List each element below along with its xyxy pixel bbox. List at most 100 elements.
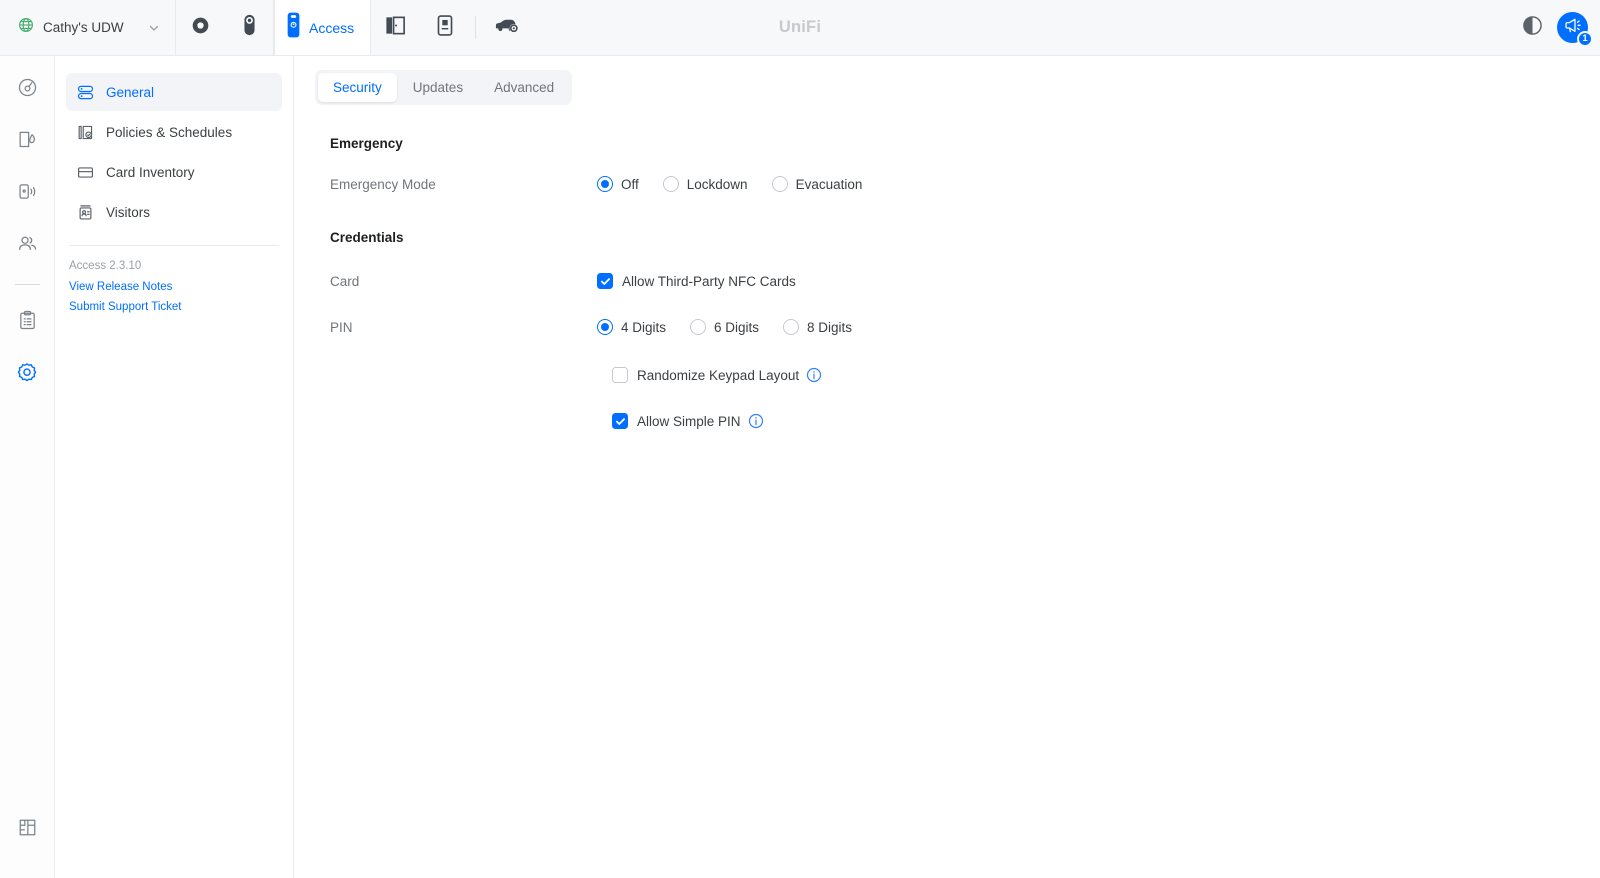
- chevron-down-icon: [147, 21, 161, 35]
- checkbox-randomize-keypad[interactable]: Randomize Keypad Layout: [612, 367, 799, 383]
- radio-emergency-lockdown-label: Lockdown: [686, 176, 748, 192]
- rail-item-devices[interactable]: [7, 174, 47, 214]
- radio-circle-icon: [597, 319, 613, 335]
- sidebar-item-card-inventory-label: Card Inventory: [106, 164, 195, 180]
- device-reader-signal-icon: [17, 181, 38, 207]
- radio-emergency-off[interactable]: Off: [597, 176, 639, 192]
- door-lock-icon: [17, 129, 38, 155]
- pin-label: PIN: [330, 319, 353, 335]
- radio-emergency-off-label: Off: [621, 176, 639, 192]
- server-stack-icon: [76, 83, 94, 101]
- globe-icon: [18, 17, 34, 38]
- sidebar-item-general[interactable]: General: [66, 73, 282, 111]
- radio-circle-icon: [783, 319, 800, 335]
- topbar-right-actions: 1: [1517, 0, 1593, 55]
- section-title-emergency: Emergency: [330, 136, 403, 151]
- checkbox-square-icon: [597, 273, 613, 289]
- theme-toggle-button[interactable]: [1517, 13, 1547, 43]
- app-protect[interactable]: [225, 0, 274, 55]
- sidebar-divider: [69, 245, 279, 246]
- submit-support-ticket-link[interactable]: Submit Support Ticket: [69, 301, 279, 313]
- radio-pin-4-digits[interactable]: 4 Digits: [597, 319, 666, 335]
- tab-advanced[interactable]: Advanced: [479, 73, 569, 102]
- connect-vehicle-gear-icon: [494, 15, 520, 40]
- radio-pin-4-digits-label: 4 Digits: [621, 319, 667, 335]
- intercom-panel-icon: [436, 14, 454, 42]
- rail-item-settings[interactable]: [7, 355, 47, 395]
- field-pin: PIN 4 Digits 6 Digits 8 Digits: [315, 319, 1600, 335]
- sidebar-item-card-inventory[interactable]: Card Inventory: [66, 153, 282, 191]
- checkbox-allow-third-party-nfc[interactable]: Allow Third-Party NFC Cards: [597, 273, 796, 289]
- main-content: Security Updates Advanced Emergency Emer…: [295, 56, 1600, 878]
- sidebar-item-general-label: General: [106, 84, 155, 100]
- version-text: Access 2.3.10: [69, 260, 142, 272]
- app-network[interactable]: [176, 0, 225, 55]
- checkbox-allow-simple-pin-label: Allow Simple PIN: [637, 413, 741, 429]
- app-access-label: Access: [309, 19, 355, 36]
- tab-security[interactable]: Security: [318, 73, 397, 102]
- rail-item-dashboard[interactable]: [7, 70, 47, 110]
- app-intercom[interactable]: [420, 0, 470, 55]
- radio-pin-8-digits[interactable]: 8 Digits: [783, 319, 852, 335]
- policy-shield-icon: [76, 123, 94, 141]
- field-randomize-keypad: Randomize Keypad Layout: [612, 367, 1600, 383]
- rail-item-logs[interactable]: [7, 303, 47, 343]
- org-selector[interactable]: Cathy's UDW: [0, 0, 176, 55]
- rail-divider: [14, 284, 40, 285]
- sidebar-item-visitors[interactable]: Visitors: [66, 193, 282, 231]
- settings-sidebar: General Policies & Schedules Card Invent…: [55, 56, 294, 878]
- emergency-mode-label: Emergency Mode: [330, 176, 436, 192]
- sidebar-footer: Access 2.3.10 View Release Notes Submit …: [66, 260, 282, 313]
- radio-pin-6-digits[interactable]: 6 Digits: [690, 319, 759, 335]
- pin-length-radio-group: 4 Digits 6 Digits 8 Digits: [597, 319, 852, 335]
- rail-item-doors[interactable]: [7, 122, 47, 162]
- checkbox-square-icon: [612, 367, 628, 383]
- app-talk[interactable]: [371, 0, 421, 55]
- contrast-theme-icon: [1522, 15, 1543, 41]
- access-door-reader-icon: [287, 12, 300, 43]
- field-card: Card Allow Third-Party NFC Cards: [315, 273, 1600, 289]
- section-title-credentials: Credentials: [330, 230, 404, 245]
- info-icon[interactable]: [806, 367, 822, 383]
- protect-camera-icon: [240, 14, 259, 41]
- card-label: Card: [330, 273, 360, 289]
- network-ring-icon: [190, 15, 211, 41]
- settings-tabs: Security Updates Advanced: [315, 70, 573, 105]
- info-icon[interactable]: [748, 413, 764, 429]
- radio-emergency-evacuation-label: Evacuation: [795, 176, 863, 192]
- announcements-button[interactable]: 1: [1557, 12, 1593, 47]
- radio-circle-icon: [597, 176, 613, 192]
- emergency-mode-radio-group: Off Lockdown Evacuation: [597, 176, 862, 192]
- left-rail: [0, 56, 55, 878]
- checkbox-square-icon: [612, 413, 628, 429]
- users-icon: [17, 233, 38, 259]
- radio-circle-icon: [690, 319, 707, 335]
- visitor-badge-icon: [76, 203, 94, 221]
- card-icon: [76, 163, 94, 181]
- app-switcher: Access: [176, 0, 532, 55]
- dashboard-gauge-icon: [17, 77, 38, 103]
- floorplan-icon: [17, 817, 38, 843]
- top-bar: Cathy's UDW Access UniFi 1: [0, 0, 1600, 56]
- rail-item-floorplan[interactable]: [7, 810, 47, 850]
- radio-emergency-evacuation[interactable]: Evacuation: [771, 176, 863, 192]
- sidebar-item-policies[interactable]: Policies & Schedules: [66, 113, 282, 151]
- checkbox-randomize-keypad-label: Randomize Keypad Layout: [637, 367, 800, 383]
- gear-icon: [16, 362, 38, 389]
- app-access[interactable]: Access: [274, 0, 372, 55]
- tab-updates[interactable]: Updates: [398, 73, 478, 102]
- radio-emergency-lockdown[interactable]: Lockdown: [662, 176, 748, 192]
- checkbox-allow-simple-pin[interactable]: Allow Simple PIN: [612, 413, 741, 429]
- view-release-notes-link[interactable]: View Release Notes: [69, 281, 279, 293]
- org-name: Cathy's UDW: [43, 20, 124, 35]
- sidebar-item-visitors-label: Visitors: [106, 204, 151, 220]
- radio-pin-8-digits-label: 8 Digits: [807, 319, 853, 335]
- rail-item-users[interactable]: [7, 226, 47, 266]
- clipboard-logs-icon: [17, 310, 38, 336]
- checkbox-allow-third-party-nfc-label: Allow Third-Party NFC Cards: [622, 273, 796, 289]
- announcements-badge: 1: [1577, 31, 1593, 47]
- app-connect[interactable]: [482, 0, 532, 55]
- radio-pin-6-digits-label: 6 Digits: [714, 319, 760, 335]
- talk-door-icon: [384, 14, 407, 42]
- field-emergency-mode: Emergency Mode Off Lockdown Evacuation: [315, 176, 1600, 192]
